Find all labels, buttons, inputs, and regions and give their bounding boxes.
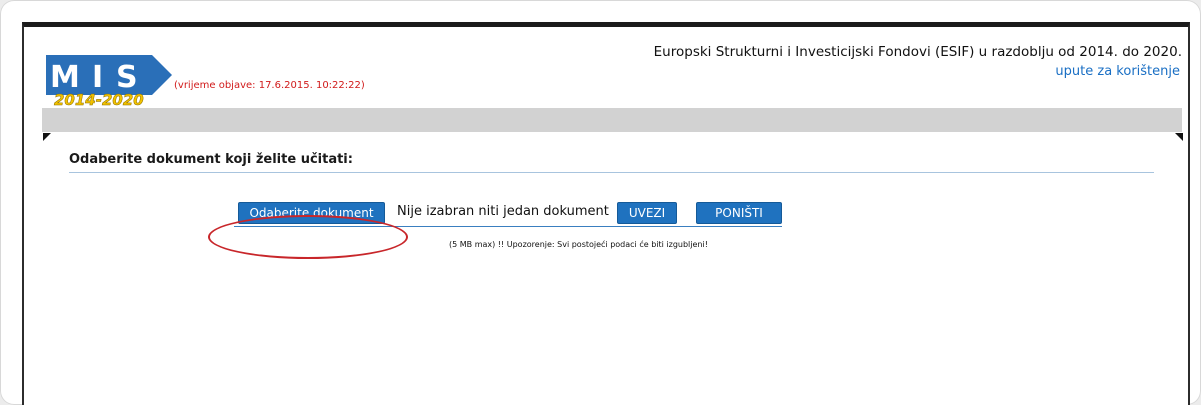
mis-logo: M I S 2014-2020 [46,55,172,109]
site-title: Europski Strukturni i Investicijski Fond… [653,44,1182,60]
browser-window: M I S 2014-2020 (vrijeme objave: 17.6.20… [22,22,1190,405]
publication-time: (vrijeme objave: 17.6.2015. 10:22:22) [174,80,365,91]
cancel-button[interactable]: PONIŠTI [696,202,782,224]
svg-text:M: M [50,60,80,95]
help-link[interactable]: upute za korištenje [1055,64,1180,79]
section-divider [69,172,1154,173]
navigation-bar [42,108,1182,132]
svg-text:2014-2020: 2014-2020 [54,91,144,109]
svg-text:S: S [116,60,138,95]
upload-warning: (5 MB max) !! Upozorenje: Svi postojeći … [449,240,708,249]
upload-section-title: Odaberite dokument koji želite učitati: [69,152,353,167]
import-button[interactable]: UVEZI [617,202,677,224]
svg-text:I: I [92,60,103,95]
corner-left-marker [43,133,51,141]
corner-right-marker [1175,133,1183,141]
highlight-annotation [208,215,408,259]
file-status-text: Nije izabran niti jedan dokument [397,204,609,219]
